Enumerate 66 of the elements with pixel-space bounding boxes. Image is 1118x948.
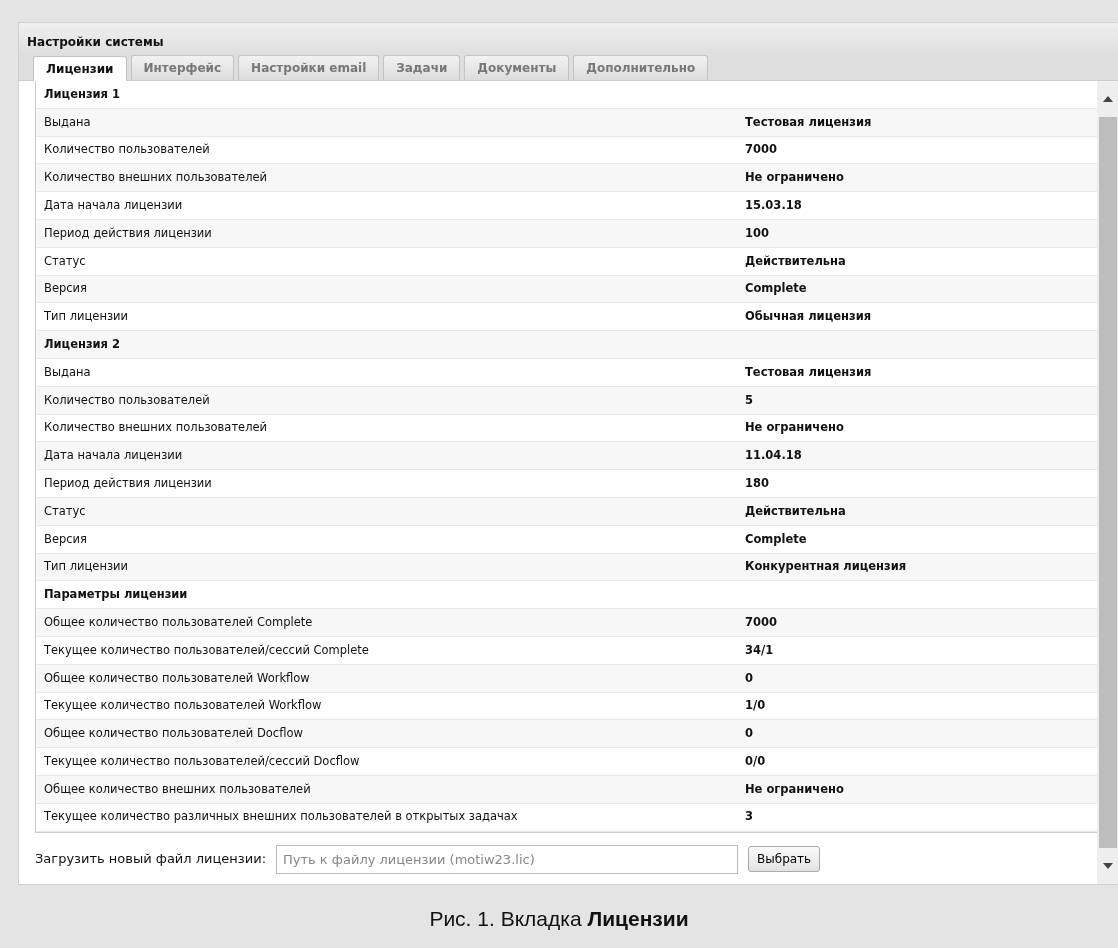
property-label: Общее количество пользователей Workflow <box>44 670 310 685</box>
property-value: 0 <box>745 725 753 743</box>
property-value: Тестовая лицензия <box>745 113 872 131</box>
property-label: Текущее количество пользователей/сессий Complete <box>44 642 369 657</box>
property-value: Complete <box>745 280 807 298</box>
property-value: 7000 <box>745 613 777 631</box>
property-value: Тестовая лицензия <box>745 363 872 381</box>
property-label: Статус <box>44 253 86 268</box>
scroll-down-icon[interactable] <box>1102 862 1113 869</box>
browse-button[interactable]: Выбрать <box>748 846 821 872</box>
property-value: Действительна <box>745 252 846 270</box>
property-label: Дата начала лицензии <box>44 197 183 212</box>
property-label: Количество внешних пользователей <box>44 170 268 185</box>
tab[interactable]: Дополнительно <box>573 55 709 80</box>
property-label: Общее количество пользователей Complete <box>44 614 313 629</box>
property-label: Количество внешних пользователей <box>44 420 268 435</box>
file-path-field[interactable]: Путь к файлу лицензии (motiw23.lic) <box>276 844 739 874</box>
property-label: Дата начала лицензии <box>44 448 183 463</box>
property-label: Общее количество пользователей Docflow <box>44 726 303 741</box>
property-value: 100 <box>745 224 769 242</box>
tab[interactable]: Документы <box>464 55 570 80</box>
scroll-up-icon[interactable] <box>1102 96 1113 102</box>
tab[interactable]: Интерфейс <box>130 55 235 80</box>
property-label: Тип лицензии <box>44 559 128 574</box>
property-label: Количество пользователей <box>44 392 210 407</box>
property-value: Конкурентная лицензия <box>745 558 907 576</box>
window-title: Настройки системы <box>19 23 1118 55</box>
property-label: Период действия лицензии <box>44 225 212 240</box>
tab[interactable]: Лицензии <box>33 56 127 81</box>
property-label: Текущее количество пользователей Workflow <box>44 698 322 713</box>
property-value: 180 <box>745 474 769 492</box>
scroll-thumb[interactable] <box>1099 117 1117 848</box>
property-value: 34/1 <box>745 641 774 659</box>
section-heading: Лицензия 1 <box>43 85 120 103</box>
property-value: Не ограничено <box>745 169 844 187</box>
property-label: Количество пользователей <box>44 142 210 157</box>
property-value: 0/0 <box>745 752 766 770</box>
tab[interactable]: Задачи <box>383 55 461 80</box>
scrollbar[interactable] <box>1097 81 1118 884</box>
property-label: Текущее количество различных внешних пользователей в открытых задачах <box>44 809 518 824</box>
property-value: 11.04.18 <box>745 447 802 465</box>
property-value: Действительна <box>745 502 846 520</box>
property-value: Не ограничено <box>745 780 844 798</box>
property-value: 7000 <box>745 141 777 159</box>
property-value: Обычная лицензия <box>745 308 872 326</box>
section-heading: Лицензия 2 <box>43 335 120 353</box>
property-label: Текущее количество пользователей/сессий Docflow <box>44 753 360 768</box>
property-value: Не ограничено <box>745 419 844 437</box>
property-value: 3 <box>745 808 753 826</box>
property-label: Статус <box>44 503 86 518</box>
property-label: Период действия лицензии <box>44 475 212 490</box>
section-heading: Параметры лицензии <box>43 586 188 604</box>
property-value: 1/0 <box>745 697 766 715</box>
upload-label: Загрузить новый файл лицензии: <box>35 850 267 869</box>
property-label: Версия <box>44 281 87 296</box>
property-label: Версия <box>44 531 87 546</box>
property-value: 5 <box>745 391 753 409</box>
property-value: 15.03.18 <box>745 196 802 214</box>
property-label: Выдана <box>44 114 91 129</box>
property-label: Общее количество внешних пользователей <box>44 781 311 796</box>
tab[interactable]: Настройки email <box>238 55 380 80</box>
property-value: 0 <box>745 669 753 687</box>
property-value: Complete <box>745 530 807 548</box>
figure-caption: Рис. 1. Вкладка Лицензии <box>428 905 690 932</box>
property-label: Тип лицензии <box>44 309 128 324</box>
property-label: Выдана <box>44 364 91 379</box>
